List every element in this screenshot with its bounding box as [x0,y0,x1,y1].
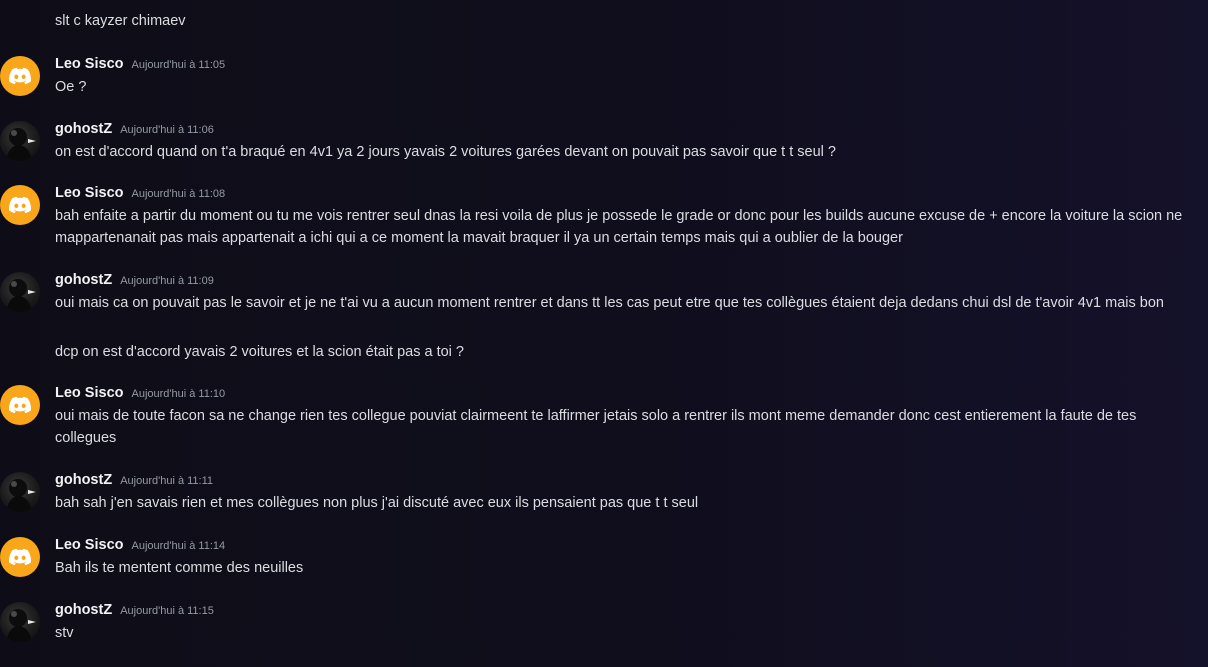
timestamp[interactable]: Aujourd'hui à 11:14 [132,540,226,552]
user-avatar[interactable] [0,472,40,512]
author-name[interactable]: Leo Sisco [55,385,124,401]
message-text: stv [55,625,74,641]
timestamp[interactable]: Aujourd'hui à 11:15 [120,605,214,617]
author-name[interactable]: gohostZ [55,602,112,618]
timestamp[interactable]: Aujourd'hui à 11:10 [132,388,226,400]
message-text: oui mais ca on pouvait pas le savoir et … [55,295,1164,311]
message-header: gohostZ Aujourd'hui à 11:15 [55,602,214,622]
user-avatar[interactable] [0,121,40,161]
discord-logo-icon[interactable] [0,385,40,425]
message-text: Bah ils te mentent comme des neuilles [55,560,304,576]
discord-logo-icon[interactable] [0,185,40,225]
discord-logo-icon [9,67,31,85]
author-name[interactable]: gohostZ [55,472,112,488]
message-header: Leo Sisco Aujourd'hui à 11:05 [55,56,225,76]
discord-logo-icon [9,196,31,214]
discord-logo-icon [9,396,31,414]
user-avatar-image [6,128,36,161]
author-name[interactable]: Leo Sisco [55,56,124,72]
user-avatar-image [6,609,36,642]
message-header: Leo Sisco Aujourd'hui à 11:08 [55,185,225,205]
message-text: oui mais de toute facon sa ne change rie… [55,408,1137,446]
message-text: dcp on est d'accord yavais 2 voitures et… [55,344,464,360]
timestamp[interactable]: Aujourd'hui à 11:05 [132,59,226,71]
message-header: Leo Sisco Aujourd'hui à 11:14 [55,537,225,557]
message-header: gohostZ Aujourd'hui à 11:11 [55,472,213,492]
user-avatar-image [6,279,36,312]
author-name[interactable]: gohostZ [55,272,112,288]
chat-message-list: slt c kayzer chimaev Leo Sisco Aujourd'h… [0,0,1208,667]
message-text: on est d'accord quand on t'a braqué en 4… [55,144,836,160]
message-text: slt c kayzer chimaev [55,13,186,29]
timestamp[interactable]: Aujourd'hui à 11:08 [132,188,226,200]
discord-logo-icon [9,548,31,566]
message-header: gohostZ Aujourd'hui à 11:09 [55,272,214,292]
author-name[interactable]: Leo Sisco [55,185,124,201]
message-text: bah sah j'en savais rien et mes collègue… [55,495,699,511]
message-text: Oe ? [55,79,87,95]
timestamp[interactable]: Aujourd'hui à 11:09 [120,275,214,287]
message-header: gohostZ Aujourd'hui à 11:06 [55,121,214,141]
user-avatar-image [6,479,36,512]
message-header: Leo Sisco Aujourd'hui à 11:10 [55,385,225,405]
author-name[interactable]: gohostZ [55,121,112,137]
message-text: bah enfaite a partir du moment ou tu me … [55,208,1183,246]
discord-logo-icon[interactable] [0,537,40,577]
discord-logo-icon[interactable] [0,56,40,96]
timestamp[interactable]: Aujourd'hui à 11:06 [120,124,214,136]
author-name[interactable]: Leo Sisco [55,537,124,553]
timestamp[interactable]: Aujourd'hui à 11:11 [120,475,213,487]
user-avatar[interactable] [0,272,40,312]
user-avatar[interactable] [0,602,40,642]
